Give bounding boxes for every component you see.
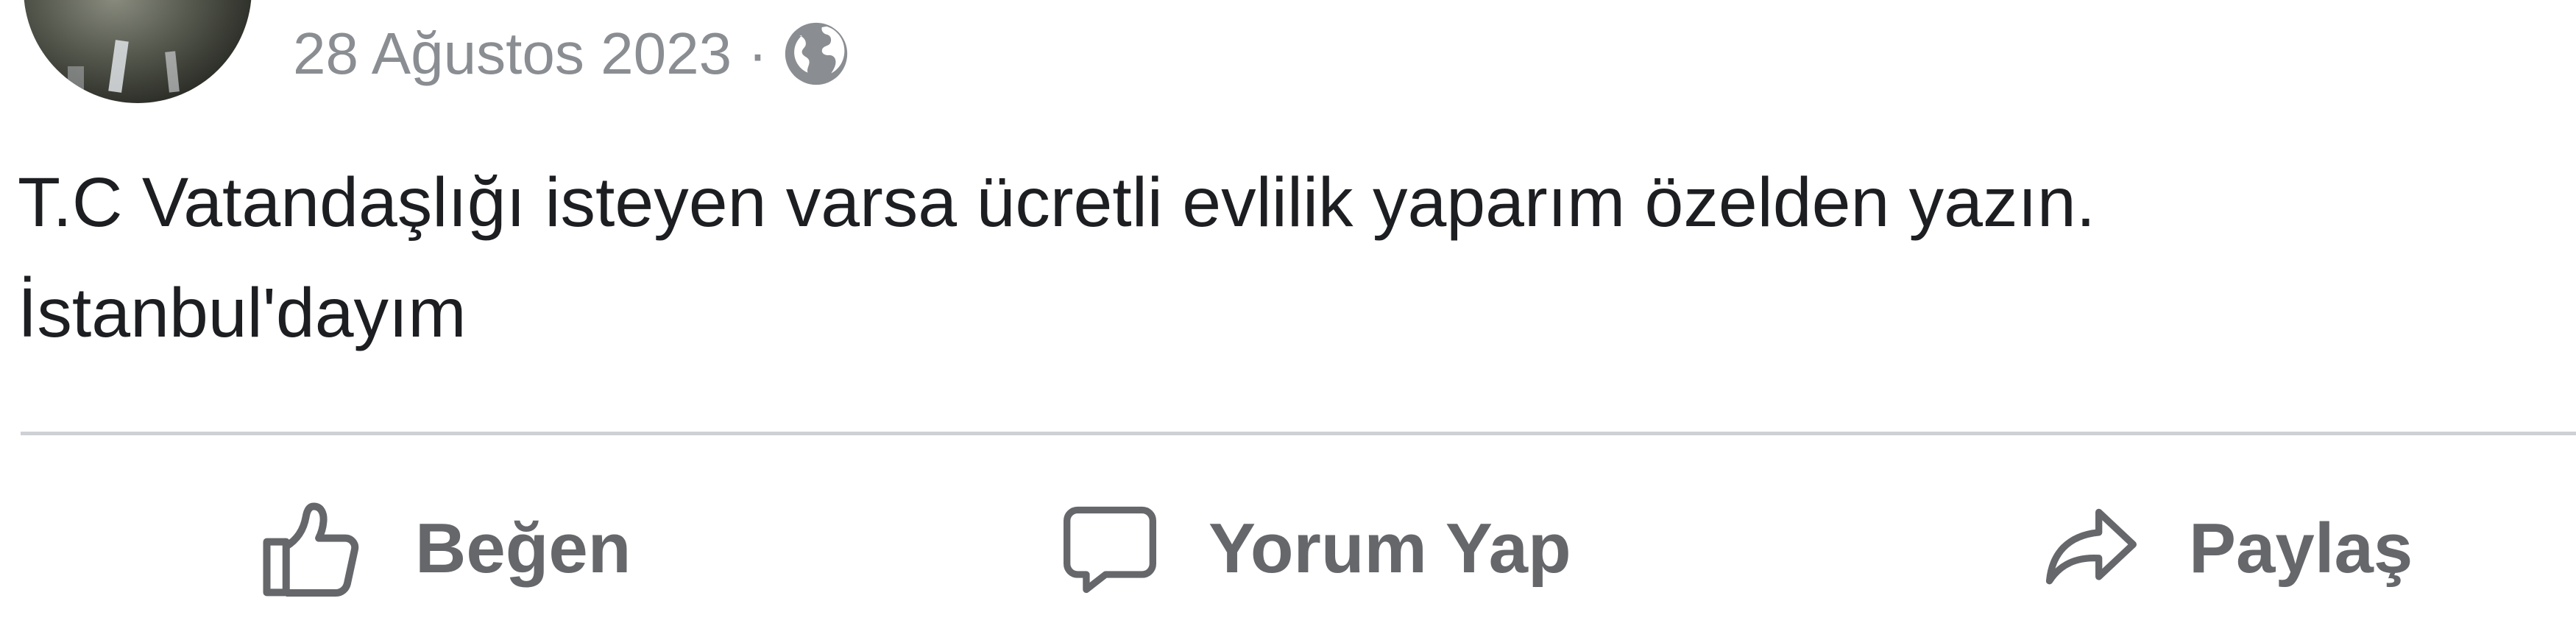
post-text-line: İstanbul'dayım: [18, 274, 467, 352]
post-text-line: T.C Vatandaşlığı isteyen varsa ücretli e…: [18, 164, 2096, 242]
comment-button[interactable]: Yorum Yap: [1058, 486, 1571, 611]
post-date[interactable]: 28 Ağustos 2023: [293, 20, 732, 88]
like-label: Beğen: [415, 509, 631, 588]
share-button[interactable]: Paylaş: [2039, 486, 2413, 611]
share-label: Paylaş: [2189, 509, 2413, 588]
actions-divider: [21, 432, 2576, 435]
author-avatar[interactable]: [24, 0, 252, 103]
avatar-photo-detail: [108, 40, 129, 93]
share-icon: [2045, 508, 2137, 585]
post-meta: 28 Ağustos 2023 ·: [293, 13, 850, 94]
meta-separator: ·: [748, 21, 768, 86]
thumbs-up-icon: [263, 502, 359, 597]
like-button[interactable]: Beğen: [258, 486, 631, 611]
avatar-photo-detail: [68, 66, 84, 96]
post-body: T.C Vatandaşlığı isteyen varsa ücretli e…: [18, 147, 2535, 368]
avatar-photo-detail: [165, 51, 180, 93]
post-actions-bar: Beğen Yorum Yap Paylaş: [0, 486, 2576, 611]
comment-icon: [1064, 506, 1156, 594]
globe-icon[interactable]: [782, 20, 850, 88]
comment-label: Yorum Yap: [1209, 509, 1571, 588]
